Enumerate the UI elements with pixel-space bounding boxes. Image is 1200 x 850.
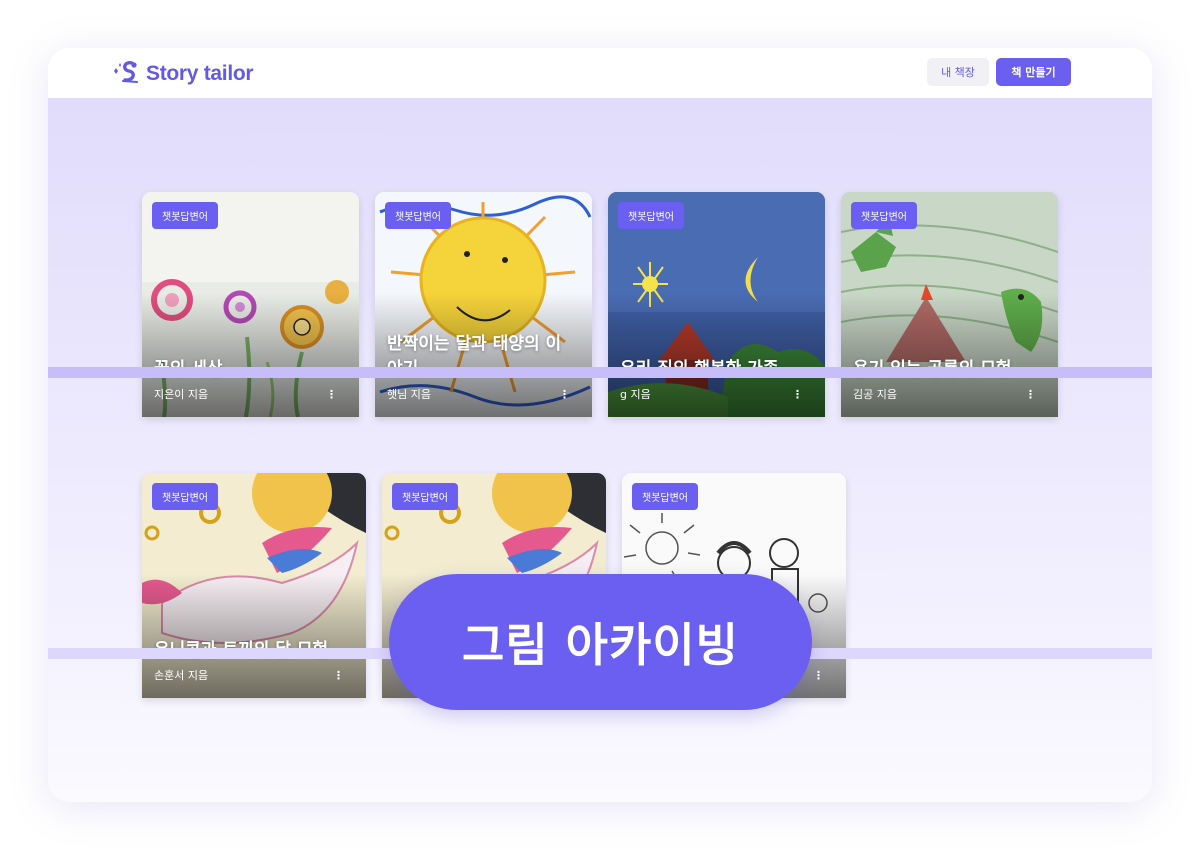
book-card[interactable]: 챗봇답변어 용기 있는 공룡의 모험 김공 지음 ⋮: [841, 192, 1058, 417]
book-author: 햇님 지음: [387, 388, 431, 401]
book-card[interactable]: 챗봇답변어 꽃의 세상 지은이 지음 ⋮: [142, 192, 359, 417]
more-options-icon[interactable]: ⋮: [1025, 388, 1036, 401]
card-badge: 챗봇답변어: [392, 483, 458, 510]
more-options-icon[interactable]: ⋮: [333, 669, 344, 682]
card-badge: 챗봇답변어: [152, 202, 218, 229]
book-author: g 지음: [620, 388, 651, 401]
book-card[interactable]: 챗봇답변어 유니콘과 토끼의 달 모험 손훈서 지음 ⋮: [142, 473, 366, 698]
feature-banner: 그림 아카이빙: [389, 574, 812, 710]
card-badge: 챗봇답변어: [618, 202, 684, 229]
brand-icon: [110, 59, 142, 89]
book-card[interactable]: 챗봇답변어 우리 집의 행복한 가족 g 지음 ⋮: [608, 192, 825, 417]
more-options-icon[interactable]: ⋮: [813, 669, 824, 682]
more-options-icon[interactable]: ⋮: [326, 388, 337, 401]
book-card[interactable]: 챗봇답변어 반짝이는 달과 태양의 이야기 햇님 지음 ⋮: [375, 192, 592, 417]
shelf-divider: [48, 367, 1152, 378]
card-badge: 챗봇답변어: [632, 483, 698, 510]
book-author: 김공 지음: [853, 388, 897, 401]
card-badge: 챗봇답변어: [851, 202, 917, 229]
card-badge: 챗봇답변어: [385, 202, 451, 229]
make-book-button[interactable]: 책 만들기: [996, 58, 1071, 86]
top-nav: Story tailor 내 책장 책 만들기: [48, 48, 1152, 98]
book-author: 지은이 지음: [154, 388, 209, 401]
my-bookshelf-button[interactable]: 내 책장: [927, 58, 989, 86]
logo[interactable]: Story tailor: [110, 59, 254, 89]
book-author: 손훈서 지음: [154, 669, 209, 682]
card-badge: 챗봇답변어: [152, 483, 218, 510]
more-options-icon[interactable]: ⋮: [559, 388, 570, 401]
more-options-icon[interactable]: ⋮: [792, 388, 803, 401]
brand-name: Story tailor: [146, 62, 254, 85]
